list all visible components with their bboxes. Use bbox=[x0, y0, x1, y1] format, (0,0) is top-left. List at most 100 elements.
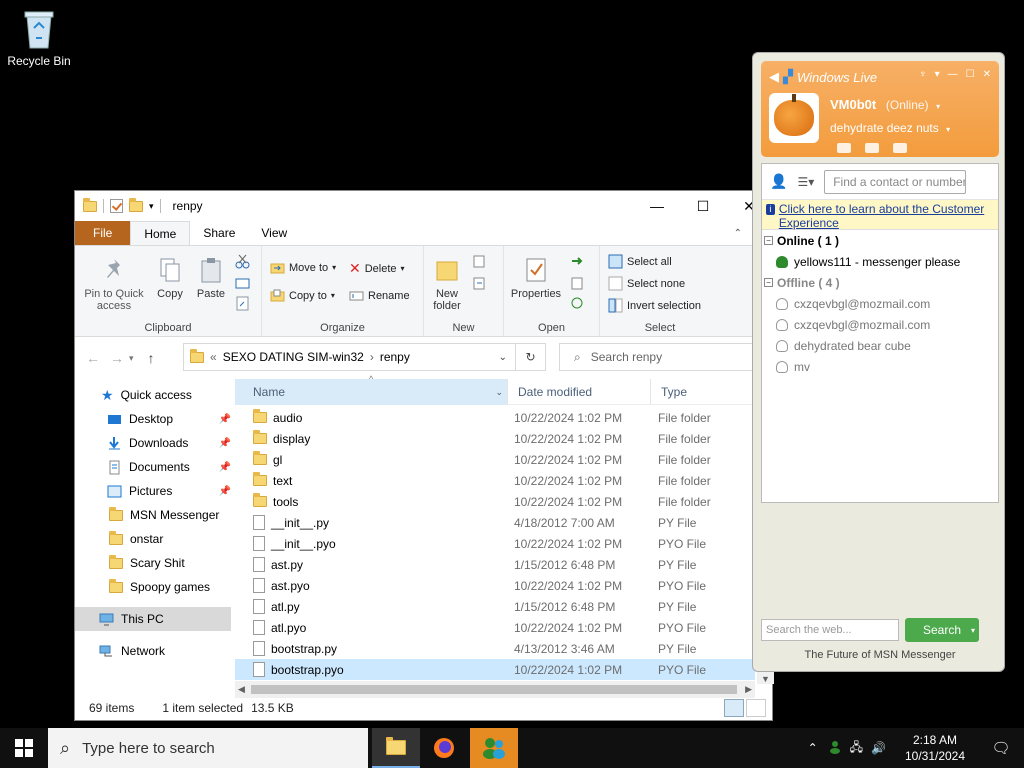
tab-share[interactable]: Share bbox=[190, 221, 248, 245]
horizontal-scroll-thumb[interactable] bbox=[251, 685, 737, 694]
nav-item-desktop[interactable]: Desktop 📌 bbox=[75, 407, 235, 431]
search-input[interactable]: ⌕ Search renpy bbox=[559, 343, 761, 371]
details-view-button[interactable] bbox=[724, 699, 744, 717]
status-dropdown-icon[interactable]: ▾ bbox=[936, 102, 940, 111]
column-date-modified[interactable]: Date modified bbox=[508, 379, 651, 405]
notifications-icon[interactable]: 🗨 bbox=[978, 739, 1024, 757]
msn-maximize-button[interactable]: ☐ bbox=[966, 69, 975, 80]
open-icon[interactable] bbox=[570, 254, 585, 269]
invert-selection-button[interactable]: Invert selection bbox=[608, 298, 701, 313]
username[interactable]: VM0b0t (Online) ▾ bbox=[830, 97, 940, 112]
new-folder-quick-icon[interactable] bbox=[129, 197, 143, 212]
customize-quick-access-icon[interactable]: ▾ bbox=[149, 201, 154, 212]
nav-this-pc[interactable]: This PC bbox=[75, 607, 231, 631]
nav-item-downloads[interactable]: Downloads 📌 bbox=[75, 431, 235, 455]
nav-item-onstar[interactable]: onstar bbox=[75, 527, 235, 551]
up-icon[interactable]: ↑ bbox=[139, 350, 163, 366]
nav-quick-access[interactable]: ★ Quick access bbox=[75, 383, 235, 407]
paint-bucket-icon[interactable]: ♆ bbox=[919, 69, 927, 80]
news-icon[interactable] bbox=[893, 143, 907, 153]
contact-item[interactable]: mv bbox=[762, 356, 998, 377]
display-picture[interactable] bbox=[769, 93, 819, 143]
table-row[interactable]: __init__.py 4/18/2012 7:00 AM PY File bbox=[235, 512, 755, 533]
paste-button[interactable]: Paste bbox=[193, 256, 229, 300]
edit-icon[interactable] bbox=[570, 276, 585, 291]
table-row[interactable]: atl.py 1/15/2012 6:48 PM PY File bbox=[235, 596, 755, 617]
mail-icon[interactable] bbox=[837, 143, 851, 153]
menu-icon[interactable]: ▾ bbox=[935, 69, 940, 80]
table-row[interactable]: bootstrap.py 4/13/2012 3:46 AM PY File bbox=[235, 638, 755, 659]
maximize-button[interactable]: ☐ bbox=[680, 191, 726, 221]
search-dropdown-icon[interactable]: ▾ bbox=[971, 626, 975, 635]
tab-home[interactable]: Home bbox=[130, 221, 191, 245]
contact-item[interactable]: yellows111 - messenger please bbox=[762, 251, 998, 272]
breadcrumb-parent[interactable]: SEXO DATING SIM-win32 bbox=[223, 350, 364, 364]
volume-icon[interactable]: 🔊 bbox=[871, 741, 886, 755]
new-folder-button[interactable]: New folder bbox=[428, 256, 466, 312]
web-search-input[interactable]: Search the web... bbox=[761, 619, 899, 641]
select-none-button[interactable]: Select none bbox=[608, 276, 685, 291]
large-icons-view-button[interactable] bbox=[746, 699, 766, 717]
table-row[interactable]: display 10/22/2024 1:02 PM File folder bbox=[235, 428, 755, 449]
contact-item[interactable]: cxzqevbgl@mozmail.com bbox=[762, 293, 998, 314]
nav-network[interactable]: Network bbox=[75, 639, 235, 663]
history-icon[interactable] bbox=[570, 296, 585, 311]
copy-path-icon[interactable] bbox=[235, 276, 250, 291]
customer-experience-link[interactable]: Click here to learn about the Customer E… bbox=[779, 202, 994, 230]
nav-item-spoopy-games[interactable]: Spoopy games bbox=[75, 575, 235, 599]
table-row[interactable]: __init__.pyo 10/22/2024 1:02 PM PYO File bbox=[235, 533, 755, 554]
psm-dropdown-icon[interactable]: ▾ bbox=[946, 125, 950, 134]
taskbar-search-input[interactable]: ⌕ Type here to search bbox=[48, 728, 368, 768]
view-options-icon[interactable]: ☰▾ bbox=[797, 175, 814, 189]
cut-icon[interactable] bbox=[235, 254, 250, 269]
contact-item[interactable]: dehydrated bear cube bbox=[762, 335, 998, 356]
web-search-button[interactable]: Search ▾ bbox=[905, 618, 979, 642]
breadcrumb-current[interactable]: renpy bbox=[380, 350, 410, 364]
contact-item[interactable]: cxzqevbgl@mozmail.com bbox=[762, 314, 998, 335]
address-dropdown-icon[interactable]: ⌄ bbox=[499, 352, 507, 363]
personal-message[interactable]: dehydrate deez nuts ▾ bbox=[830, 121, 950, 135]
start-button[interactable] bbox=[0, 728, 48, 768]
back-icon[interactable]: ← bbox=[81, 350, 105, 366]
paste-shortcut-icon[interactable] bbox=[235, 296, 250, 311]
table-row[interactable]: bootstrap.pyo 10/22/2024 1:02 PM PYO File bbox=[235, 659, 755, 680]
msn-close-button[interactable]: ✕ bbox=[983, 69, 991, 80]
collapse-ribbon-icon[interactable]: ⌃ bbox=[734, 228, 742, 239]
scroll-left-icon[interactable]: ◀ bbox=[238, 684, 245, 695]
msn-messenger-taskbar-button[interactable] bbox=[470, 728, 518, 768]
table-row[interactable]: audio 10/22/2024 1:02 PM File folder bbox=[235, 407, 755, 428]
nav-item-scary-shit[interactable]: Scary Shit bbox=[75, 551, 235, 575]
address-bar[interactable]: « SEXO DATING SIM-win32 › renpy ⌄ bbox=[183, 343, 516, 371]
scroll-down-icon[interactable]: ▼ bbox=[761, 674, 770, 684]
scroll-right-icon[interactable]: ▶ bbox=[745, 684, 752, 695]
nav-item-pictures[interactable]: Pictures 📌 bbox=[75, 479, 235, 503]
refresh-icon[interactable]: ↻ bbox=[516, 343, 546, 371]
msn-footer[interactable]: The Future of MSN Messenger bbox=[761, 649, 999, 667]
easy-access-icon[interactable] bbox=[472, 276, 487, 291]
minimize-button[interactable]: — bbox=[634, 191, 680, 221]
online-group[interactable]: − Online ( 1 ) bbox=[762, 230, 998, 251]
tab-file[interactable]: File bbox=[75, 221, 131, 245]
properties-quick-icon[interactable] bbox=[110, 199, 123, 213]
show-hidden-icons[interactable]: ⌃ bbox=[808, 741, 818, 755]
table-row[interactable]: gl 10/22/2024 1:02 PM File folder bbox=[235, 449, 755, 470]
delete-button[interactable]: ✕ Delete ▾ bbox=[349, 260, 405, 277]
tab-view[interactable]: View bbox=[248, 221, 300, 245]
network-icon[interactable]: 🖧 bbox=[850, 738, 863, 759]
select-all-button[interactable]: Select all bbox=[608, 254, 672, 269]
recent-locations-icon[interactable]: ▾ bbox=[129, 353, 139, 364]
forward-icon[interactable]: → bbox=[105, 350, 129, 366]
collapse-icon[interactable]: − bbox=[764, 278, 773, 287]
find-contact-input[interactable]: Find a contact or number bbox=[824, 169, 967, 194]
new-item-icon[interactable] bbox=[472, 254, 487, 269]
clock[interactable]: 2:18 AM 10/31/2024 bbox=[892, 732, 978, 764]
copy-button[interactable]: Copy bbox=[153, 256, 187, 300]
column-filter-icon[interactable]: ⌄ bbox=[495, 387, 503, 398]
pin-quick-access-button[interactable]: Pin to Quick access bbox=[81, 256, 147, 312]
move-to-button[interactable]: Move to ▾ bbox=[270, 260, 336, 275]
collapse-icon[interactable]: − bbox=[764, 236, 773, 245]
spaces-icon[interactable] bbox=[865, 143, 879, 153]
offline-group[interactable]: − Offline ( 4 ) bbox=[762, 272, 998, 293]
nav-item-msn-messenger[interactable]: MSN Messenger bbox=[75, 503, 235, 527]
table-row[interactable]: atl.pyo 10/22/2024 1:02 PM PYO File bbox=[235, 617, 755, 638]
